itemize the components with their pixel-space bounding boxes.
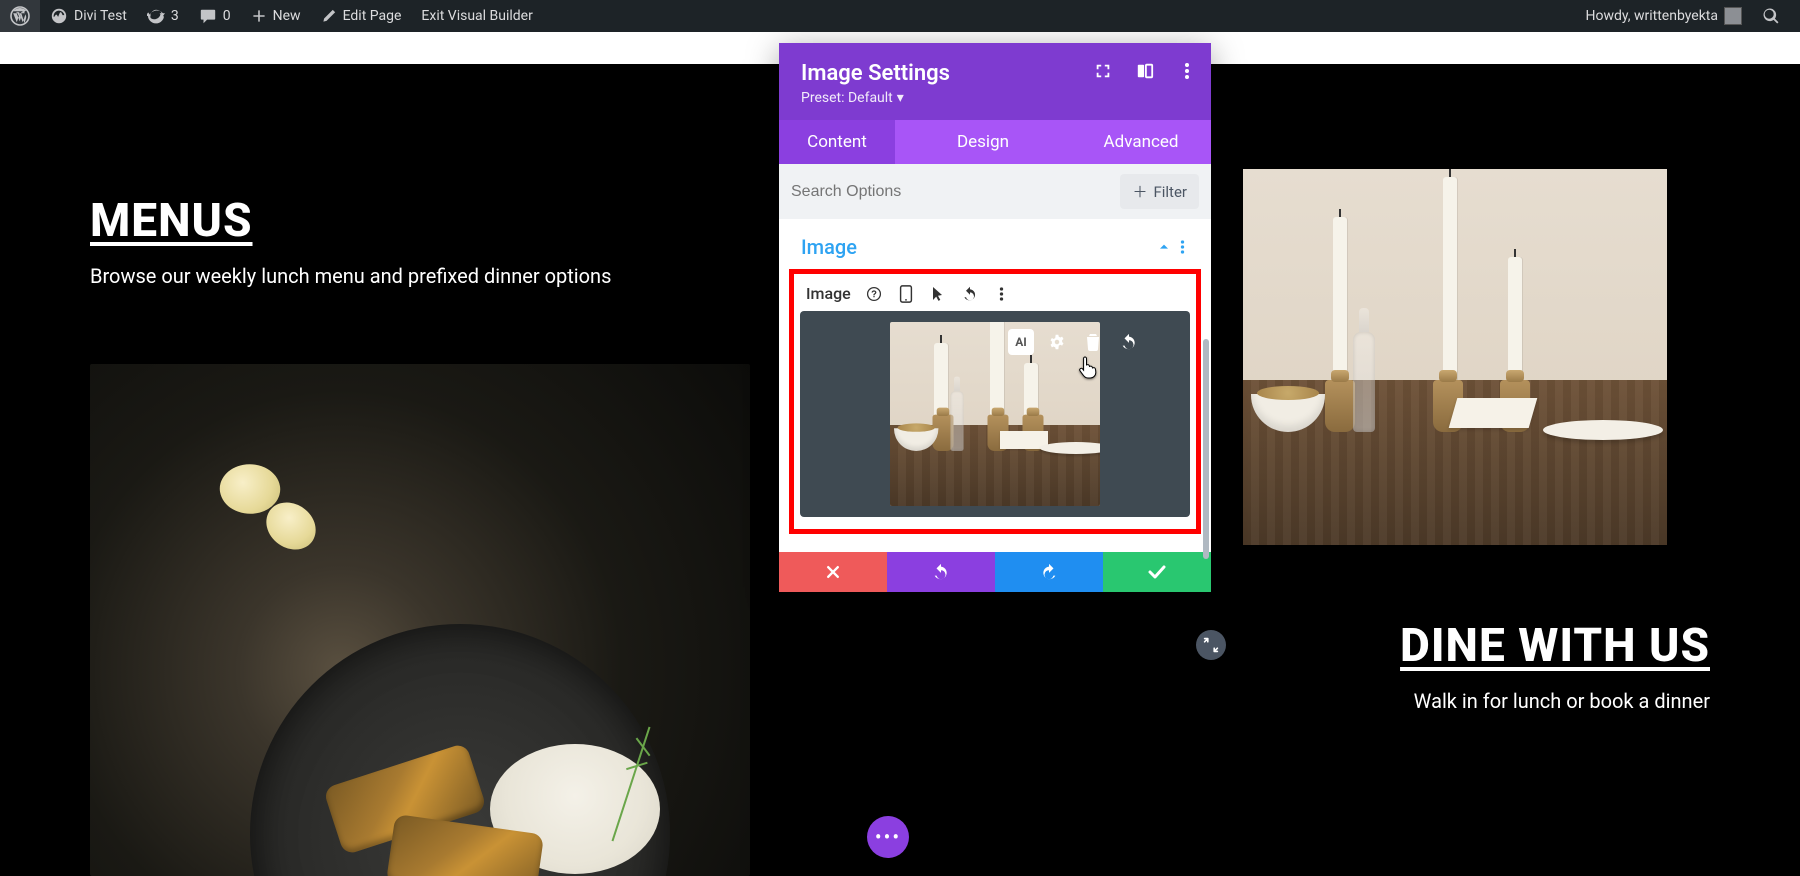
menus-heading: MENUS	[90, 194, 253, 248]
modal-tabs: Content Design Advanced	[779, 120, 1211, 164]
modal-preset[interactable]: Preset: Default ▾	[801, 90, 1189, 106]
chevron-up-icon[interactable]	[1152, 239, 1176, 255]
expand-icon[interactable]	[1093, 61, 1113, 81]
image-field-highlight: Image	[789, 269, 1201, 534]
help-icon[interactable]	[865, 285, 883, 303]
more-icon[interactable]	[1177, 61, 1197, 81]
redo-button[interactable]	[995, 552, 1103, 592]
section-more-icon[interactable]	[1176, 239, 1189, 255]
section-title: Image	[801, 235, 857, 259]
modal-preset-text: Preset: Default	[801, 90, 893, 106]
hover-cursor-icon[interactable]	[929, 285, 947, 303]
refresh-icon	[147, 7, 165, 25]
adminbar-search[interactable]	[1752, 0, 1790, 32]
save-button[interactable]	[1103, 552, 1211, 592]
comments[interactable]: 0	[189, 0, 241, 32]
search-row: ＋ Filter	[779, 164, 1211, 219]
filter-label: Filter	[1153, 183, 1187, 201]
modal-resize-handle[interactable]	[1196, 630, 1226, 660]
tab-advanced[interactable]: Advanced	[1071, 120, 1211, 164]
device-icon[interactable]	[897, 285, 915, 303]
image-field-label: Image	[806, 284, 851, 303]
wordpress-icon	[10, 6, 30, 26]
chevron-down-icon: ▾	[897, 90, 904, 106]
image-preview-toolbar: AI	[1008, 329, 1142, 355]
dine-subtitle: Walk in for lunch or book a dinner	[1414, 689, 1710, 713]
comment-icon	[199, 7, 217, 25]
preview-undo-icon[interactable]	[1116, 329, 1142, 355]
menus-image[interactable]	[90, 364, 750, 876]
exit-label: Exit Visual Builder	[421, 8, 532, 24]
wp-logo[interactable]	[0, 0, 40, 32]
updates-count: 3	[171, 8, 179, 24]
dine-image[interactable]	[1243, 169, 1667, 545]
pencil-icon	[321, 8, 337, 24]
edit-page[interactable]: Edit Page	[311, 0, 412, 32]
image-settings-modal: Image Settings Preset: Default ▾ Content…	[779, 43, 1211, 592]
search-input[interactable]	[791, 183, 1110, 201]
fab-dots: •••	[875, 825, 901, 849]
two-column-icon[interactable]	[1135, 61, 1155, 81]
modal-footer	[779, 552, 1211, 592]
field-more-icon[interactable]	[993, 285, 1011, 303]
exit-visual-builder[interactable]: Exit Visual Builder	[411, 0, 542, 32]
tab-content[interactable]: Content	[779, 120, 895, 164]
comments-count: 0	[223, 8, 231, 24]
tab-design[interactable]: Design	[895, 120, 1071, 164]
search-icon	[1762, 7, 1780, 25]
image-preview[interactable]: AI	[800, 311, 1190, 517]
menus-subtitle: Browse our weekly lunch menu and prefixe…	[90, 264, 611, 288]
builder-fab[interactable]: •••	[867, 816, 909, 858]
ai-button[interactable]: AI	[1008, 329, 1034, 355]
new-label: New	[273, 8, 301, 24]
image-field-row: Image	[800, 280, 1190, 311]
cancel-button[interactable]	[779, 552, 887, 592]
undo-button[interactable]	[887, 552, 995, 592]
site-name[interactable]: Divi Test	[40, 0, 137, 32]
wp-admin-bar: Divi Test 3 0 New Edit Page	[0, 0, 1800, 32]
edit-page-label: Edit Page	[343, 8, 402, 24]
new-content[interactable]: New	[241, 0, 311, 32]
plus-icon	[251, 8, 267, 24]
plus-icon: ＋	[1132, 181, 1147, 202]
filter-button[interactable]: ＋ Filter	[1120, 174, 1199, 209]
trash-icon[interactable]	[1080, 329, 1106, 355]
howdy-account[interactable]: Howdy, writtenbyekta	[1575, 0, 1752, 32]
undo-icon[interactable]	[961, 285, 979, 303]
dine-scene	[1243, 169, 1667, 545]
dashboard-icon	[50, 7, 68, 25]
gear-icon[interactable]	[1044, 329, 1070, 355]
avatar	[1724, 7, 1742, 25]
modal-header[interactable]: Image Settings Preset: Default ▾	[779, 43, 1211, 120]
dine-heading: DINE WITH US	[1400, 619, 1710, 673]
modal-scrollbar[interactable]	[1203, 339, 1209, 559]
section-header[interactable]: Image	[779, 219, 1211, 269]
howdy-text: Howdy, writtenbyekta	[1585, 8, 1718, 24]
updates[interactable]: 3	[137, 0, 189, 32]
site-name-text: Divi Test	[74, 8, 127, 24]
